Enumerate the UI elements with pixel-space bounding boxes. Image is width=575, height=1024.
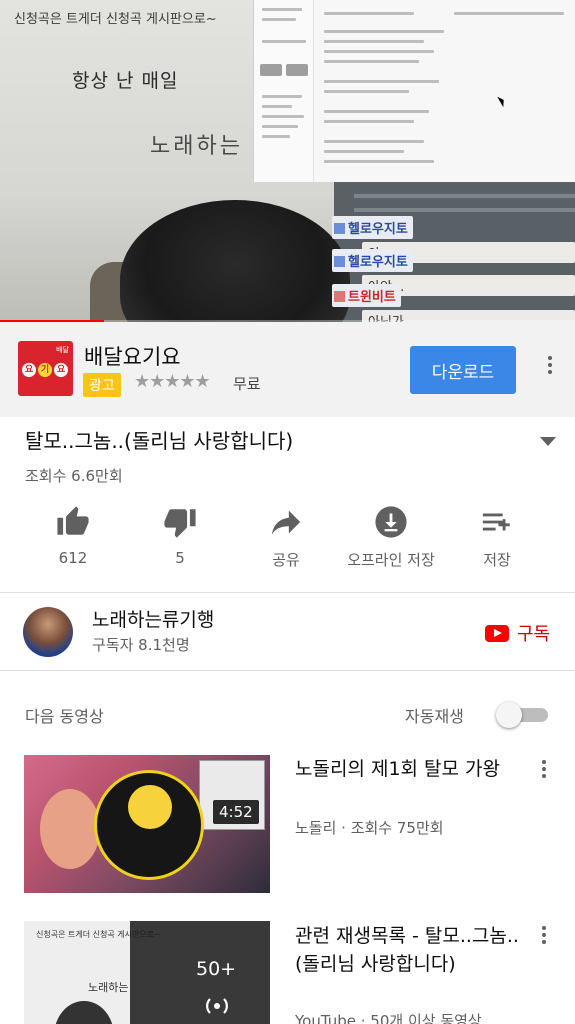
- chat-user: 트윈비트: [332, 284, 401, 307]
- decor-line: [324, 50, 434, 53]
- thumbnail-person: [54, 1001, 114, 1024]
- decor-line: [324, 150, 404, 153]
- video-embedded-sidebar: [254, 0, 314, 182]
- ad-logo-sup-text: 배달: [56, 346, 69, 354]
- dislike-count: 5: [175, 549, 185, 567]
- ad-logo-letter: 기: [38, 363, 52, 377]
- decor-line: [324, 160, 434, 163]
- decor-line: [324, 40, 424, 43]
- decor-button: [260, 64, 282, 76]
- chat-user: 헬로우지토: [332, 216, 413, 239]
- thumbs-down-icon: [164, 509, 196, 538]
- recommended-video-title[interactable]: 노돌리의 제1회 탈모 가왕: [295, 755, 520, 783]
- decor-line: [324, 80, 439, 83]
- ad-download-button[interactable]: 다운로드: [410, 346, 516, 394]
- chat-user-name: 트윈비트: [348, 290, 396, 305]
- playlist-count: 50+: [196, 958, 237, 980]
- video-embedded-screen: [253, 0, 575, 182]
- decor-stripe: [354, 194, 575, 198]
- download-button[interactable]: 오프라인 저장: [341, 505, 441, 570]
- video-player[interactable]: 신청곡은 트게더 신청곡 게시판으로~ 항상 난 매일 노래하는 헬로우지토 헬…: [0, 0, 575, 322]
- video-overlay-lyric: 항상 난 매일: [72, 70, 179, 92]
- download-icon: [375, 506, 407, 538]
- ad-badge: 광고: [83, 373, 121, 397]
- decor-button: [286, 64, 308, 76]
- video-action-bar: 612 5 공유 오프라인 저장 저장: [0, 505, 575, 585]
- chat-badge-icon: [334, 291, 345, 302]
- video-title[interactable]: 탈모..그놈..(돌리님 사랑합니다): [25, 425, 293, 454]
- autoplay-toggle[interactable]: [496, 702, 550, 728]
- youtube-logo-icon: [485, 624, 509, 642]
- share-button[interactable]: 공유: [236, 505, 336, 570]
- decor-line: [262, 115, 304, 118]
- channel-subscriber-count: 구독자 8.1천명: [92, 636, 190, 654]
- chat-user: 헬로우지토: [332, 249, 413, 272]
- decor-line: [262, 125, 298, 128]
- ad-more-options-icon[interactable]: [540, 356, 560, 382]
- up-next-heading: 다음 동영상: [25, 707, 104, 726]
- decor-line: [454, 12, 564, 15]
- ad-app-name: 배달요기요: [84, 345, 181, 369]
- share-label: 공유: [272, 551, 300, 569]
- share-icon: [271, 510, 301, 535]
- recommended-video-meta: 노돌리 · 조회수 75만회: [295, 819, 444, 837]
- decor-line: [324, 120, 414, 123]
- channel-avatar[interactable]: [23, 607, 73, 657]
- ad-logo-letter: 요: [54, 363, 68, 377]
- like-button[interactable]: 612: [23, 505, 123, 567]
- save-to-playlist-button[interactable]: 저장: [447, 505, 547, 570]
- download-label: 오프라인 저장: [347, 551, 435, 569]
- decor-stripe: [354, 208, 575, 212]
- thumbnail-mascot: [128, 785, 172, 829]
- decor-line: [324, 90, 409, 93]
- divider: [0, 592, 575, 593]
- ad-rating-stars-icon: ★★★★★: [134, 371, 211, 392]
- video-duration: 4:52: [213, 800, 259, 824]
- decor-line: [262, 40, 306, 43]
- decor-line: [324, 140, 424, 143]
- video-overlay-caption: 신청곡은 트게더 신청곡 게시판으로~: [14, 12, 217, 27]
- thumbs-up-icon: [57, 506, 89, 535]
- save-label: 저장: [483, 551, 511, 569]
- add-to-playlist-icon: [482, 513, 510, 531]
- subscribe-button[interactable]: 구독: [485, 620, 550, 646]
- video-thumbnail[interactable]: [24, 755, 270, 893]
- video-view-count: 조회수 6.6만회: [25, 467, 123, 485]
- more-options-icon[interactable]: [537, 926, 551, 946]
- decor-line: [262, 8, 302, 11]
- thumbnail-person: [40, 789, 100, 869]
- like-count: 612: [58, 549, 88, 567]
- channel-name[interactable]: 노래하는류기행: [92, 605, 214, 632]
- autoplay-label: 자동재생: [405, 707, 464, 726]
- chat-badge-icon: [334, 256, 345, 267]
- decor-line: [324, 30, 444, 33]
- more-options-icon[interactable]: [537, 760, 551, 780]
- decor-line: [262, 135, 290, 138]
- decor-line: [324, 110, 429, 113]
- playlist-broadcast-icon: [206, 998, 228, 1014]
- ad-banner[interactable]: 배달 요 기 요 배달요기요 광고 ★★★★★ 무료 다운로드: [0, 322, 575, 417]
- video-overlay-sing-text: 노래하는: [150, 134, 243, 159]
- toggle-knob: [496, 702, 522, 728]
- chat-user-name: 헬로우지토: [348, 222, 408, 237]
- thumbnail-sing-text: 노래하는: [88, 981, 129, 994]
- ad-price: 무료: [233, 375, 261, 393]
- decor-line: [324, 60, 419, 63]
- decor-line: [262, 105, 292, 108]
- decor-line: [262, 95, 302, 98]
- decor-line: [262, 18, 296, 21]
- subscribe-label: 구독: [517, 624, 551, 645]
- recommended-playlist-meta: YouTube · 50개 이상 동영상: [295, 1012, 482, 1024]
- chat-message: 트윈비트 아닌가: [332, 284, 575, 322]
- recommended-playlist-title[interactable]: 관련 재생목록 - 탈모..그놈..(돌리님 사랑합니다): [295, 922, 520, 978]
- chat-badge-icon: [334, 223, 345, 234]
- expand-description-chevron-down-icon[interactable]: [540, 437, 556, 446]
- chat-user-name: 헬로우지토: [348, 255, 408, 270]
- ad-logo-letter: 요: [22, 363, 36, 377]
- dislike-button[interactable]: 5: [130, 505, 230, 567]
- divider: [0, 670, 575, 671]
- decor-line: [324, 12, 414, 15]
- ad-app-logo: 배달 요 기 요: [18, 341, 73, 396]
